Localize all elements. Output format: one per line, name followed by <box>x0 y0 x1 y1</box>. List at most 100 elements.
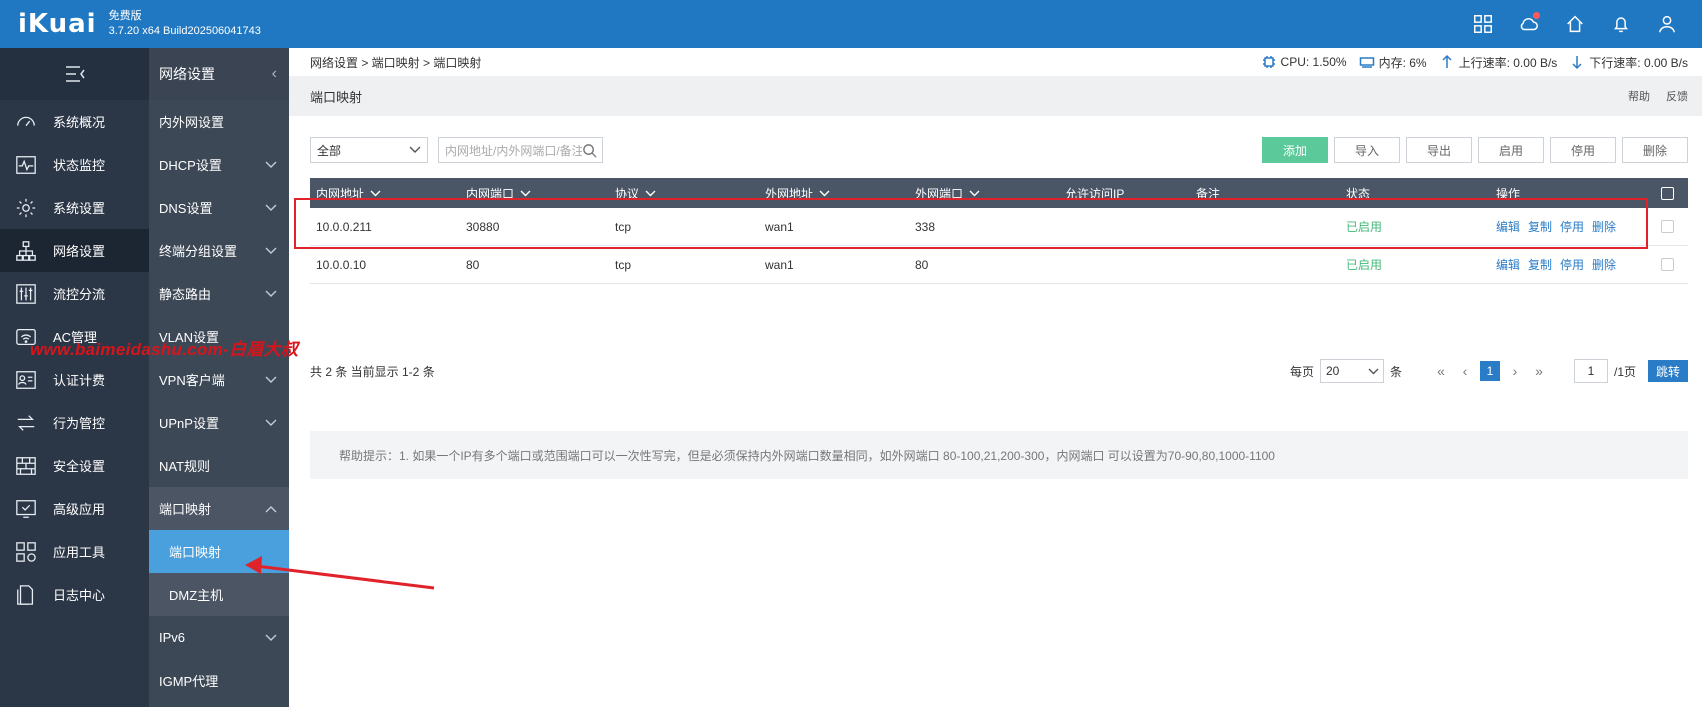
sub-item-static-route[interactable]: 静态路由 <box>149 272 289 315</box>
col-wan-port[interactable]: 外网端口 <box>909 185 1059 202</box>
action-buttons: 添加 导入 导出 启用 停用 删除 <box>1262 137 1688 163</box>
sub-item-dhcp[interactable]: DHCP设置 <box>149 143 289 186</box>
memory-icon <box>1359 57 1374 68</box>
sub-sidebar-title: 网络设置 ‹ <box>149 48 289 100</box>
cell-wan-port: 80 <box>915 257 929 272</box>
nav-item-tools[interactable]: 应用工具 <box>0 530 149 573</box>
import-button[interactable]: 导入 <box>1334 137 1400 163</box>
chevron-down-icon <box>370 186 381 200</box>
page-input[interactable]: 1 <box>1573 359 1608 383</box>
delete-link[interactable]: 删除 <box>1592 256 1616 273</box>
add-button[interactable]: 添加 <box>1262 137 1328 163</box>
enable-button[interactable]: 启用 <box>1478 137 1544 163</box>
collapse-left-icon[interactable]: ‹ <box>272 65 277 83</box>
nav-item-auth-billing[interactable]: 认证计费 <box>0 358 149 401</box>
checkbox[interactable] <box>1660 220 1674 233</box>
feedback-link[interactable]: 反馈 <box>1666 88 1688 104</box>
checkbox[interactable] <box>1660 258 1674 271</box>
copy-link[interactable]: 复制 <box>1528 218 1552 235</box>
log-file-icon <box>14 583 38 607</box>
home-icon[interactable] <box>1552 0 1598 48</box>
nav-item-security[interactable]: 安全设置 <box>0 444 149 487</box>
row-checkbox[interactable] <box>1640 220 1688 233</box>
search-icon[interactable] <box>582 143 597 158</box>
page-number[interactable]: 1 <box>1479 361 1500 381</box>
page-title-bar: 端口映射 帮助 反馈 <box>289 76 1702 116</box>
delete-link[interactable]: 删除 <box>1592 218 1616 235</box>
disable-link[interactable]: 停用 <box>1560 256 1584 273</box>
per-page-value: 20 <box>1325 364 1340 378</box>
next-page-icon[interactable]: › <box>1506 361 1524 381</box>
nav-item-monitor[interactable]: 状态监控 <box>0 143 149 186</box>
disable-button[interactable]: 停用 <box>1550 137 1616 163</box>
cell-wan: wan1 <box>765 219 794 234</box>
nav-label: 系统概况 <box>53 115 106 130</box>
search-input[interactable]: 内网地址/内外网端口/备注 <box>438 137 603 163</box>
delete-button[interactable]: 删除 <box>1622 137 1688 163</box>
edit-link[interactable]: 编辑 <box>1496 256 1520 273</box>
page-title: 端口映射 <box>310 89 363 105</box>
col-label: 内网端口 <box>466 186 515 201</box>
nav-item-logs[interactable]: 日志中心 <box>0 573 149 616</box>
chevron-up-icon <box>265 501 277 516</box>
user-icon[interactable] <box>1644 0 1690 48</box>
last-page-icon[interactable]: » <box>1530 361 1548 381</box>
menu-toggle-icon[interactable] <box>0 48 149 100</box>
disable-link[interactable]: 停用 <box>1560 218 1584 235</box>
col-label: 外网地址 <box>765 186 814 201</box>
sub-sidebar-title-label: 网络设置 <box>159 66 215 82</box>
sub-item-port-mapping-group[interactable]: 端口映射 <box>149 487 289 530</box>
cloud-icon[interactable] <box>1506 0 1552 48</box>
col-lan-port[interactable]: 内网端口 <box>460 185 609 202</box>
col-wan[interactable]: 外网地址 <box>759 185 909 202</box>
first-page-icon[interactable]: « <box>1432 361 1450 381</box>
total-pages: /1页 <box>1613 364 1636 379</box>
download-value: 下行速率: 0.00 B/s <box>1589 55 1688 70</box>
sub-item-dns[interactable]: DNS设置 <box>149 186 289 229</box>
title-links: 帮助 反馈 <box>1628 88 1688 104</box>
col-label: 状态 <box>1346 186 1371 201</box>
row-checkbox[interactable] <box>1640 258 1688 271</box>
port-mapping-table: 内网地址 内网端口 协议 外网地址 外网端口 允许访问IP 备注 状态 操作 1… <box>310 178 1688 284</box>
sub-item-lan-wan[interactable]: 内外网设置 <box>149 100 289 143</box>
sub-item-ipv6[interactable]: IPv6 <box>149 616 289 659</box>
checkbox[interactable] <box>1660 186 1674 200</box>
select-all-checkbox[interactable] <box>1640 186 1688 200</box>
help-link[interactable]: 帮助 <box>1628 88 1650 104</box>
sub-item-vpn-client[interactable]: VPN客户端 <box>149 358 289 401</box>
sub-item-nat[interactable]: NAT规则 <box>149 444 289 487</box>
col-protocol[interactable]: 协议 <box>609 185 759 202</box>
filter-select[interactable]: 全部 <box>310 137 428 163</box>
arrow-up-icon <box>1442 54 1452 68</box>
sub-item-label: 端口映射 <box>169 545 222 560</box>
copy-link[interactable]: 复制 <box>1528 256 1552 273</box>
sub-item-label: IPv6 <box>159 630 186 645</box>
version-label: 3.7.20 x64 Build202506041743 <box>108 25 261 37</box>
bell-icon[interactable] <box>1598 0 1644 48</box>
apps-grid-icon[interactable] <box>1460 0 1506 48</box>
export-button[interactable]: 导出 <box>1406 137 1472 163</box>
sub-item-dmz[interactable]: DMZ主机 <box>149 573 289 616</box>
col-lan-ip[interactable]: 内网地址 <box>310 185 460 202</box>
nav-item-overview[interactable]: 系统概况 <box>0 100 149 143</box>
prev-page-icon[interactable]: ‹ <box>1456 361 1474 381</box>
nav-label: 流控分流 <box>53 287 106 302</box>
nav-item-advanced[interactable]: 高级应用 <box>0 487 149 530</box>
sub-item-upnp[interactable]: UPnP设置 <box>149 401 289 444</box>
sub-item-terminal-group[interactable]: 终端分组设置 <box>149 229 289 272</box>
nav-item-behavior-control[interactable]: 行为管控 <box>0 401 149 444</box>
nav-item-flow-control[interactable]: 流控分流 <box>0 272 149 315</box>
ikuai-logo[interactable]: iKuai <box>18 9 97 39</box>
per-page-unit: 条 <box>1389 364 1402 379</box>
sub-item-label: DNS设置 <box>159 201 213 216</box>
chevron-down-icon <box>969 186 980 200</box>
cell-protocol: tcp <box>615 257 632 272</box>
jump-button[interactable]: 跳转 <box>1648 360 1688 382</box>
nav-item-network-settings[interactable]: 网络设置 <box>0 229 149 272</box>
nav-item-system-settings[interactable]: 系统设置 <box>0 186 149 229</box>
nav-label: 安全设置 <box>53 459 106 474</box>
sub-item-igmp[interactable]: IGMP代理 <box>149 659 289 702</box>
sub-item-port-mapping[interactable]: 端口映射 <box>149 530 289 573</box>
edit-link[interactable]: 编辑 <box>1496 218 1520 235</box>
per-page-select[interactable]: 20 <box>1319 359 1384 383</box>
